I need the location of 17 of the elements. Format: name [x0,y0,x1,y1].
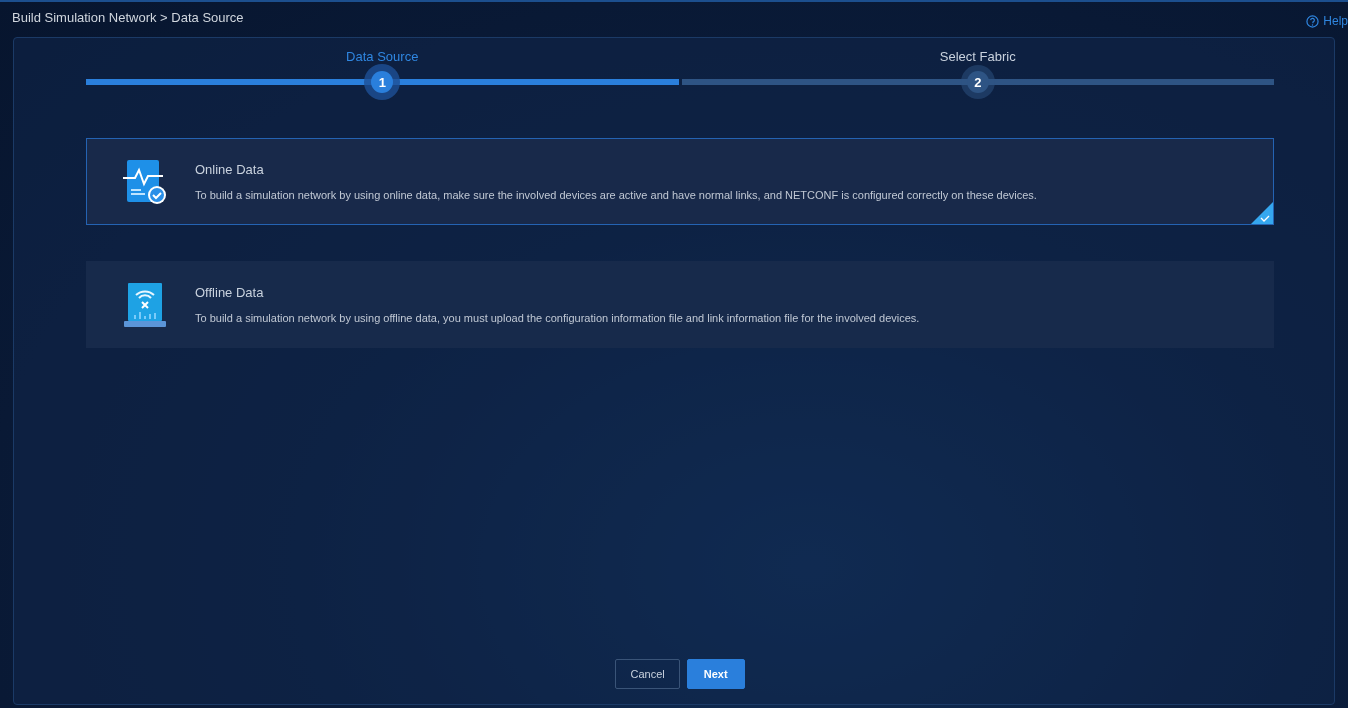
help-link[interactable]: Help [1306,14,1348,28]
option-card[interactable]: Online Data To build a simulation network by using online data, make sure the involved devices are active and have normal links, and NETCONF is configured correctly on these devices. [86,138,1274,225]
step-number: 2 [966,71,989,93]
next-button[interactable]: Next [686,659,745,689]
help-icon [1306,14,1320,28]
breadcrumb: Build Simulation Network > Data Source [12,9,244,25]
selected-check-icon [1251,202,1273,224]
option-description: To build a simulation network by using offline data, you must upload the configuration information file and link information file for the involved devices. [195,312,920,324]
wifi-off-device-icon [121,280,169,329]
cancel-button[interactable]: Cancel [615,659,680,689]
option-card[interactable]: Offline Data To build a simulation network by using offline data, you must upload the configuration information file and link information file for the involved devices. [86,261,1274,348]
monitor-check-icon [121,157,169,206]
step-label: Data Source [346,48,419,66]
option-title: Offline Data [195,285,265,300]
step-label: Select Fabric [939,48,1016,66]
option-description: To build a simulation network by using online data, make sure the involved devices are active and have normal links, and NETCONF is configured correctly on these devices. [195,189,1037,201]
option-title: Online Data [195,162,265,177]
